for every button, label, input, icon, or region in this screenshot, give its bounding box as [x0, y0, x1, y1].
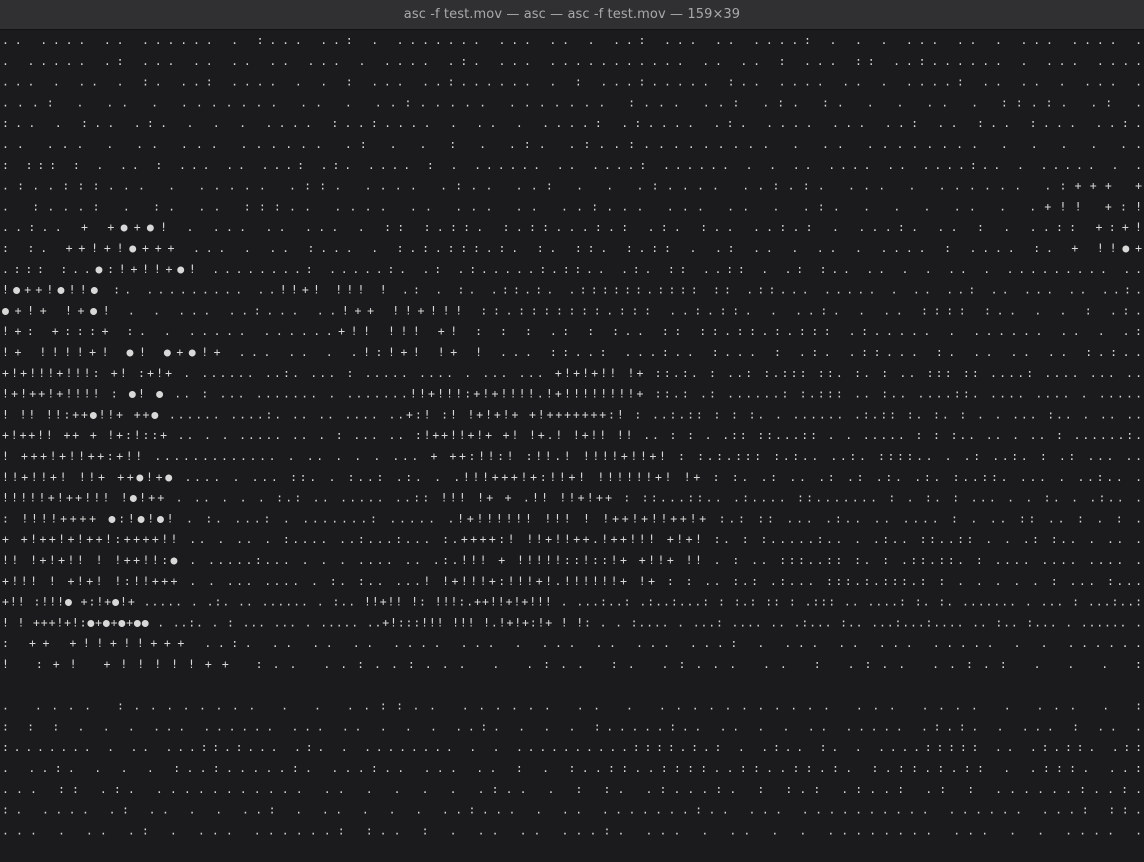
ascii-row: .:..:::... . ..... .::. .... .:.. ..: . … — [2, 179, 1142, 193]
ascii-row: ... . .. . :. ..: .... . . : ... ..:....… — [2, 75, 1142, 89]
ascii-row: . .... :........ . . ..::.. ...... .. . … — [2, 699, 1142, 713]
ascii-video-frame: .. .... .. ...... . :... ..: . ....... .… — [2, 33, 1142, 837]
ascii-row: :.. . :.. .:. . . . .... :..:.... . .. .… — [2, 116, 1142, 130]
ascii-row: +!! :!!!● +:!+●!+ ..... . .:. .. ...... … — [2, 595, 1142, 609]
ascii-row: ! !! !!:++●!!+ ++● ...... ....:. .. .. .… — [2, 407, 1142, 421]
ascii-row: ●+!+ !+●! . . ... ..:... ..!++ !!+!!! ::… — [2, 303, 1142, 317]
ascii-row: !+!++!+!!!! : ●! ● .. : ... ....... . ..… — [2, 387, 1142, 401]
ascii-row: + +!++!+!++!:++++!! .. . .. . :.... ..:.… — [2, 532, 1142, 546]
ascii-row: . ..... .: ... .. .. .. ... . .... .:. .… — [2, 54, 1142, 68]
ascii-row: ... :: .:. ........... .. . . . . .:.. .… — [2, 782, 1142, 796]
ascii-row: . ..:. . . . :..:.....:. ...:.. ... .. :… — [2, 761, 1142, 775]
ascii-row: ! :+! +!!!!!++ :.. ..:..:... . .:.. :. .… — [2, 657, 1142, 671]
ascii-row: ... . .. .: . ... ......: :.. : . .. .. … — [2, 823, 1142, 837]
ascii-row: +!+!!!+!!!: +! :+!+ . ...... ..:. ... : … — [2, 366, 1142, 380]
title-bar[interactable]: asc -f test.mov — asc — asc -f test.mov … — [0, 0, 1144, 30]
ascii-row: !! !+!+!! ! !++!!:● . .....:... . . . ..… — [2, 553, 1142, 567]
ascii-row: !!!!!+!++!!! !●!++ . .. . . . :.: .. ...… — [2, 491, 1142, 505]
ascii-row: : ++ +!!+!!+++ ..:. .. .. .. .... ... . … — [2, 636, 1142, 650]
ascii-row: !+ !!!!+! ●! ●+●!+ ... .. . .!:!+! !+ ! … — [2, 345, 1142, 359]
window-title: asc -f test.mov — asc — asc -f test.mov … — [403, 7, 741, 22]
terminal-viewport[interactable]: .. .... .. ...... . :... ..: . ....... .… — [0, 30, 1144, 862]
ascii-row: : ::: : . .. : ... .. ...: .:. .... : . … — [2, 158, 1142, 172]
ascii-row: ...: . .. . ....... .. . ..:..... ......… — [2, 95, 1142, 109]
ascii-row: !●++!●!!● :. ......... ..!!+! !!! ! .: .… — [2, 283, 1142, 297]
ascii-row: .::: :..●:!+!!+●! ........: .....:. .: .… — [2, 262, 1142, 276]
ascii-row: !!+!!+! !!+ ++●!+● .... . ... ::. . :..:… — [2, 470, 1142, 484]
ascii-row: ! +++!+!!++:+!! ............. . .. . . .… — [2, 449, 1142, 463]
ascii-row: +!!! ! +!+! !:!!+++ . . ... .... . :. :.… — [2, 574, 1142, 588]
ascii-row: ..:.. + +●+●! . ... .. ... . :: :.::. :.… — [2, 220, 1142, 234]
ascii-row: . :...: . :. .. :::.. .... .. ... .. ..:… — [2, 199, 1142, 213]
ascii-row: ! ! +++!+!:●+●+●+●● . ..:. . : ... ... .… — [2, 615, 1142, 629]
ascii-row: :....... . .. ...::.:... .:. . ........ … — [2, 740, 1142, 754]
ascii-row: !+: +:::+ :. . ..... ......+!! !!! +! : … — [2, 324, 1142, 338]
ascii-row: .. .... .. ...... . :... ..: . ....... .… — [2, 33, 1142, 47]
ascii-row: .. ... . .. ... ...... .: . . : . .:. .:… — [2, 137, 1142, 151]
ascii-row: +!++!! ++ + !+:!::+ .. . . ..... .. . : … — [2, 428, 1142, 442]
ascii-row: : : : . . . ... ...... ... .. . . . ..:.… — [2, 719, 1142, 733]
ascii-row: : :. ++!+!●+++ ... . .. :... . :.:.:::.:… — [2, 241, 1142, 255]
ascii-row: : !!!!++++ ●:!●!●! . :. ...: . .......: … — [2, 511, 1142, 525]
ascii-row: :. .... .: .. . . ..: . .. . . . ..:... … — [2, 803, 1142, 817]
